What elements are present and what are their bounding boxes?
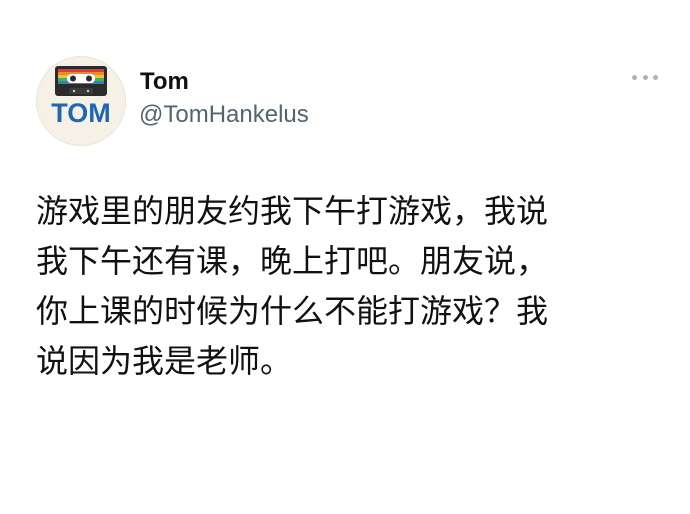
more-dot [632, 74, 637, 80]
tweet-line: 你上课的时候为什么不能打游戏？我 [36, 292, 549, 330]
more-horizontal-icon[interactable] [632, 67, 658, 87]
tweet-line: 游戏里的朋友约我下午打游戏，我说 [36, 192, 549, 230]
more-dot [653, 74, 658, 80]
avatar-text: TOM [51, 98, 111, 128]
tweet-card: TOM Tom @TomHankelus 游戏里的朋友约我下午打游戏，我说 我下… [0, 0, 690, 514]
tweet-line: 我下午还有课，晚上打吧。朋友说， [36, 242, 549, 280]
tweet-line: 说因为我是老师。 [36, 342, 293, 380]
cassette-icon [55, 66, 107, 96]
tweet-text: 游戏里的朋友约我下午打游戏，我说 我下午还有课，晚上打吧。朋友说， 你上课的时候… [36, 186, 666, 386]
avatar[interactable]: TOM [36, 56, 126, 146]
user-handle[interactable]: @TomHankelus [139, 101, 309, 129]
display-name[interactable]: Tom [140, 68, 189, 96]
more-dot [642, 74, 648, 80]
tweet-header: TOM Tom @TomHankelus [36, 56, 658, 146]
